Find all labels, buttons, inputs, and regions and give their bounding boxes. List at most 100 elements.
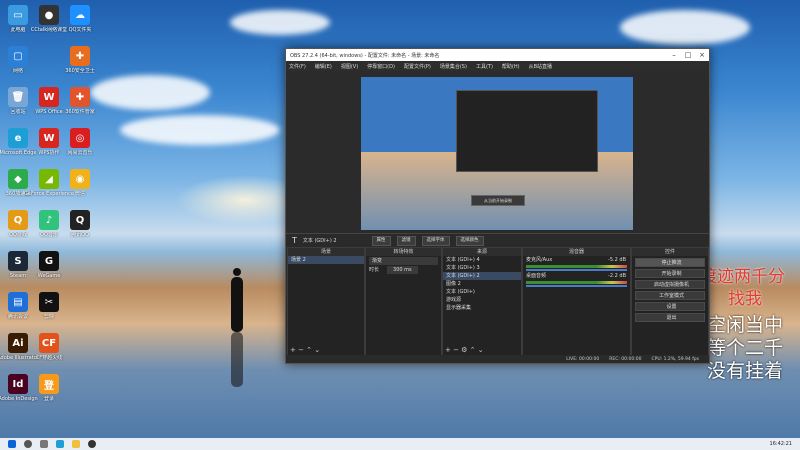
- app-icon: ▢: [8, 46, 28, 66]
- desktop-icon[interactable]: CF CF穿越火线: [24, 333, 74, 361]
- duration-input[interactable]: 300 ms: [387, 266, 418, 274]
- desktop-icon[interactable]: ☁ QQ文件夹: [55, 5, 105, 33]
- select-font-button[interactable]: 选择字体: [421, 235, 450, 246]
- rec-status: REC: 00:00:00: [609, 356, 642, 362]
- source-item[interactable]: 显示器采集: [443, 304, 521, 312]
- exit-button[interactable]: 退出: [635, 313, 705, 322]
- app-icon: ✂: [39, 292, 59, 312]
- cloud: [230, 10, 330, 35]
- desktop-icon[interactable]: ✂ 剪映: [24, 292, 74, 320]
- menu-file[interactable]: 文件(F): [289, 63, 306, 70]
- desktop-icon[interactable]: ✚ 360安全卫士: [55, 46, 105, 74]
- mixer-header: 混音器: [523, 248, 630, 256]
- windows-start-icon[interactable]: [8, 440, 16, 448]
- virtual-camera-button[interactable]: 启动虚拟摄像机: [635, 280, 705, 289]
- duration-label: 时长: [369, 267, 380, 273]
- preview-record-button[interactable]: 从当前开始录制: [471, 195, 525, 206]
- edge-taskbar-icon[interactable]: [56, 440, 64, 448]
- obs-preview[interactable]: 从当前开始录制: [361, 77, 633, 230]
- preview-nested-obs: [456, 90, 598, 172]
- source-item[interactable]: 文本 (GDI+): [443, 288, 521, 296]
- desktop-track-name: 桌面音频: [526, 273, 547, 279]
- menu-bilibili[interactable]: 从B站直播: [529, 63, 552, 70]
- settings-button[interactable]: 设置: [635, 302, 705, 311]
- search-icon[interactable]: [24, 440, 32, 448]
- transitions-dock: 转场特效 渐变 时长 300 ms: [365, 247, 442, 357]
- app-icon: ☁: [70, 5, 90, 25]
- live-status: LIVE: 00:00:00: [566, 356, 600, 362]
- source-item[interactable]: 文本 (GDI+) 3: [443, 264, 521, 272]
- mic-volume-slider[interactable]: [526, 269, 627, 271]
- properties-button[interactable]: 属性: [371, 235, 391, 246]
- desktop-icon-label: QQ文件夹: [68, 27, 92, 33]
- menu-profile[interactable]: 配置文件(P): [404, 63, 431, 70]
- app-icon: ◉: [70, 169, 90, 189]
- cloud: [620, 10, 750, 45]
- mic-volume-meter: [526, 265, 627, 268]
- menu-help[interactable]: 帮助(H): [502, 63, 520, 70]
- menu-view[interactable]: 视图(V): [341, 63, 358, 70]
- desktop-icon[interactable]: Q 腾讯QQ: [55, 210, 105, 238]
- source-item[interactable]: 游戏源: [443, 296, 521, 304]
- source-item[interactable]: 图像 2: [443, 280, 521, 288]
- sources-header: 来源: [443, 248, 521, 256]
- select-color-button[interactable]: 选择颜色: [455, 235, 484, 246]
- app-icon: CF: [39, 333, 59, 353]
- transition-duration: 时长 300 ms: [366, 266, 441, 274]
- menu-scene-collection[interactable]: 场景集合(S): [440, 63, 467, 70]
- mic-track-db: -5.2 dB: [608, 257, 626, 263]
- transition-type-select[interactable]: 渐变: [369, 257, 438, 265]
- menu-edit[interactable]: 编辑(E): [315, 63, 332, 70]
- menu-docks[interactable]: 停靠窗口(D): [367, 63, 395, 70]
- desktop-icon[interactable]: 登登录: [24, 374, 74, 402]
- desktop-icon[interactable]: ▢ 网络: [0, 46, 43, 74]
- desktop-icon-label: 360安全卫士: [65, 68, 95, 74]
- start-recording-button[interactable]: 开始录制: [635, 269, 705, 278]
- desktop-icon-label: 腾讯QQ: [71, 232, 89, 238]
- desktop-icon[interactable]: G WeGame: [24, 251, 74, 279]
- studio-mode-button[interactable]: 工作室模式: [635, 291, 705, 300]
- obs-titlebar[interactable]: OBS 27.2.4 (64-bit, windows) - 配置文件: 未命名…: [286, 49, 709, 61]
- taskbar-clock[interactable]: 16:42:21: [770, 441, 792, 447]
- explorer-taskbar-icon[interactable]: [72, 440, 80, 448]
- maximize-icon[interactable]: □: [681, 51, 695, 59]
- desktop-icon[interactable]: ✚ 360软件管家: [55, 87, 105, 115]
- sources-dock: 来源 文本 (GDI+) 4 文本 (GDI+) 3 文本 (GDI+) 2 图…: [442, 247, 522, 357]
- desktop-icon-label: 剪映: [43, 314, 54, 320]
- close-icon[interactable]: ×: [695, 51, 709, 59]
- app-icon: 登: [39, 374, 59, 394]
- scenes-header: 场景: [288, 248, 364, 256]
- app-icon: G: [39, 251, 59, 271]
- transitions-header: 转场特效: [366, 248, 441, 256]
- app-icon: Q: [70, 210, 90, 230]
- obs-window[interactable]: OBS 27.2.4 (64-bit, windows) - 配置文件: 未命名…: [285, 48, 710, 364]
- current-source-name: 文本 (GDI+) 2: [302, 238, 337, 244]
- minimize-icon[interactable]: –: [667, 51, 681, 59]
- source-item[interactable]: 文本 (GDI+) 2: [443, 272, 521, 280]
- desktop-icon[interactable]: ◉ 微信: [55, 169, 105, 197]
- stop-streaming-button[interactable]: 停止推流: [635, 258, 705, 267]
- desktop-icon-label: 登录: [43, 396, 54, 402]
- taskbar: 16:42:21: [0, 438, 800, 450]
- desktop-volume-slider[interactable]: [526, 285, 627, 287]
- mixer-track-mic: 麦克风/Aux -5.2 dB: [523, 256, 630, 264]
- source-item[interactable]: 文本 (GDI+) 4: [443, 256, 521, 264]
- scene-item[interactable]: 场景 2: [288, 256, 364, 264]
- controls-dock: 控件 停止推流 开始录制 启动虚拟摄像机 工作室模式 设置 退出: [631, 247, 709, 357]
- mic-track-name: 麦克风/Aux: [526, 257, 553, 263]
- source-controls[interactable]: + − ⚙ ⌃ ⌄: [445, 346, 484, 354]
- scene-controls[interactable]: + − ⌃ ⌄: [290, 346, 320, 354]
- filters-button[interactable]: 滤镜: [396, 235, 416, 246]
- obs-menubar: 文件(F) 编辑(E) 视图(V) 停靠窗口(D) 配置文件(P) 场景集合(S…: [286, 61, 709, 71]
- overlay-white-line3: 没有挂着: [707, 360, 784, 382]
- menu-tools[interactable]: 工具(T): [476, 63, 493, 70]
- obs-statusbar: LIVE: 00:00:00 REC: 00:00:00 CPU: 1.2%, …: [286, 355, 709, 363]
- mixer-dock: 混音器 麦克风/Aux -5.2 dB 桌面音频 -2.2 dB: [522, 247, 631, 357]
- task-view-icon[interactable]: [40, 440, 48, 448]
- obs-taskbar-icon[interactable]: [88, 440, 96, 448]
- cloud: [120, 115, 280, 145]
- desktop-icon-label: 网易云音乐: [67, 150, 93, 156]
- text-source-icon: T: [292, 236, 297, 245]
- desktop-icon[interactable]: ◎ 网易云音乐: [55, 128, 105, 156]
- app-icon: ✚: [70, 87, 90, 107]
